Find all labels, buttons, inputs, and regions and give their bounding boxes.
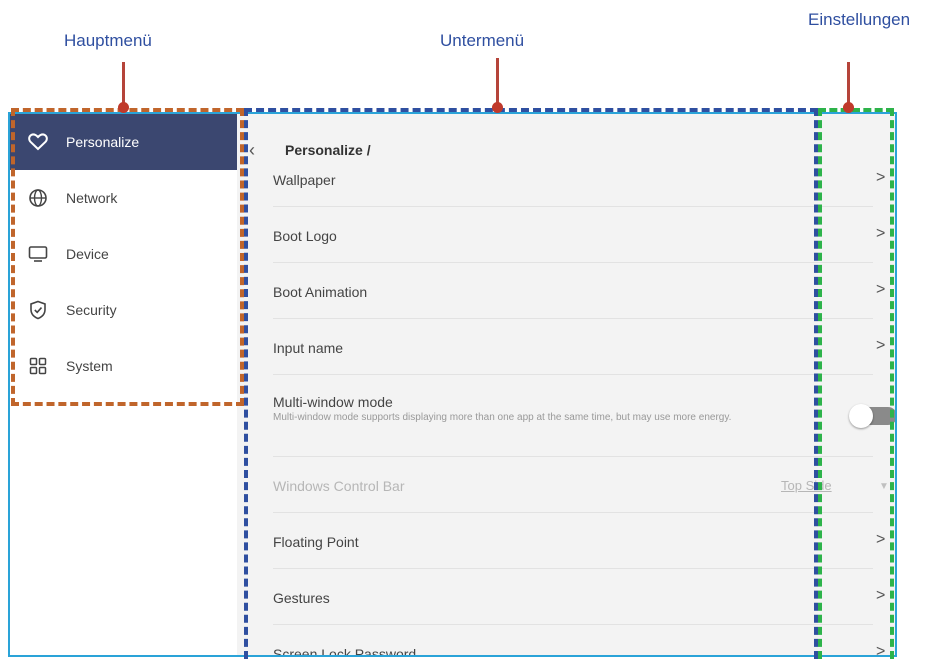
row-label: Gestures (273, 590, 330, 606)
sidebar-item-system[interactable]: System (10, 338, 237, 394)
row-label: Windows Control Bar (273, 478, 405, 494)
list-item-windows-control-bar: Windows Control Bar Top Side ▼ (273, 456, 889, 513)
main-menu-sidebar: Personalize Network Device Security Syst… (10, 114, 237, 655)
sidebar-item-label: Security (66, 302, 117, 318)
sub-menu-panel: ‹ Personalize / Wallpaper > Boot Logo > … (237, 114, 895, 655)
chevron-right-icon[interactable]: > (876, 281, 885, 299)
list-item-wallpaper[interactable]: Wallpaper > (273, 168, 885, 207)
list-item-boot-logo[interactable]: Boot Logo > (273, 206, 885, 263)
shield-check-icon (26, 298, 50, 322)
chevron-right-icon[interactable]: > (876, 337, 885, 355)
sidebar-item-label: Personalize (66, 134, 140, 150)
main-menu-callout-dot (118, 102, 129, 113)
list-item-gestures[interactable]: Gestures > (273, 568, 885, 625)
sidebar-item-label: Device (66, 246, 109, 262)
list-item-boot-animation[interactable]: Boot Animation > (273, 262, 885, 319)
sidebar-item-security[interactable]: Security (10, 282, 237, 338)
chevron-right-icon[interactable]: > (876, 225, 885, 243)
row-label: Boot Animation (273, 284, 368, 300)
sidebar-item-network[interactable]: Network (10, 170, 237, 226)
sub-menu-callout: Untermenü (440, 31, 525, 50)
multi-window-toggle[interactable] (849, 404, 895, 428)
sidebar-item-device[interactable]: Device (10, 226, 237, 282)
control-bar-select[interactable]: Top Side (781, 478, 832, 493)
list-item-multi-window-mode[interactable]: Multi-window mode Multi-window mode supp… (273, 374, 895, 457)
row-label: Screen Lock Password (273, 646, 417, 657)
toggle-knob (849, 404, 873, 428)
settings-callout-dot (843, 102, 854, 113)
chevron-right-icon[interactable]: > (876, 643, 885, 655)
sidebar-item-label: System (66, 358, 113, 374)
sidebar-item-label: Network (66, 190, 118, 206)
chevron-right-icon[interactable]: > (876, 531, 885, 549)
row-label: Input name (273, 340, 344, 356)
list-item-input-name[interactable]: Input name > (273, 318, 885, 375)
list-item-floating-point[interactable]: Floating Point > (273, 512, 885, 569)
sub-menu-callout-dot (492, 102, 503, 113)
dropdown-arrow-icon: ▼ (879, 481, 889, 492)
main-menu-callout: Hauptmenü (64, 31, 152, 50)
row-label: Floating Point (273, 534, 359, 550)
settings-screen: Personalize Network Device Security Syst… (8, 112, 897, 657)
row-label: Wallpaper (273, 172, 336, 188)
grid-icon (26, 354, 50, 378)
monitor-icon (26, 242, 50, 266)
chevron-right-icon[interactable]: > (876, 169, 885, 187)
settings-callout: Einstellungen (808, 10, 911, 29)
sidebar-item-personalize[interactable]: Personalize (10, 114, 237, 170)
breadcrumb: Personalize / (285, 142, 371, 158)
heart-icon (26, 130, 50, 154)
sub-menu-callout-line (496, 58, 499, 108)
row-description: Multi-window mode supports displaying mo… (273, 412, 732, 423)
globe-icon (26, 186, 50, 210)
chevron-right-icon[interactable]: > (876, 587, 885, 605)
row-label: Multi-window mode (273, 394, 393, 410)
chevron-left-icon[interactable]: ‹ (249, 140, 255, 161)
row-label: Boot Logo (273, 228, 337, 244)
list-item-screen-lock-password[interactable]: Screen Lock Password > (273, 624, 885, 657)
